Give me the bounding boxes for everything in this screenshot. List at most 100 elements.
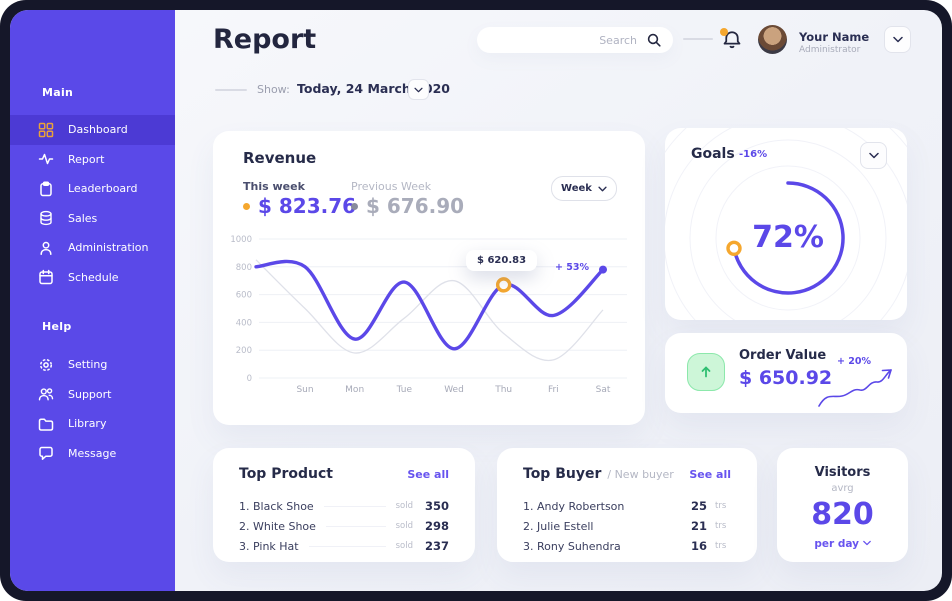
- revenue-line-chart: 10008006004002000SunMonTueWedThuFriSat: [225, 229, 635, 401]
- svg-text:400: 400: [236, 318, 252, 328]
- unit-label: sold: [396, 521, 413, 531]
- unit-label: sold: [396, 541, 413, 551]
- date-filter-button[interactable]: [408, 79, 429, 100]
- sidebar-item-label: Schedule: [68, 271, 119, 284]
- sidebar-item-label: Dashboard: [68, 123, 128, 136]
- page-title: Report: [213, 24, 316, 55]
- orange-dot: [243, 203, 250, 210]
- visitors-per-day[interactable]: per day: [777, 538, 908, 550]
- svg-text:800: 800: [236, 263, 252, 273]
- sidebar-item-label: Setting: [68, 358, 107, 371]
- unit-label: trs: [715, 521, 731, 531]
- order-value-title: Order Value: [739, 348, 826, 363]
- list-item[interactable]: 3. Rony Suhendra 16 trs: [523, 536, 731, 556]
- sidebar-main-list: Dashboard Report Leaderboard Sales: [10, 115, 175, 292]
- list-item[interactable]: 1. Black Shoe sold 350: [239, 496, 449, 516]
- sidebar-item-dashboard[interactable]: Dashboard: [10, 115, 175, 145]
- range-select-button[interactable]: Week: [551, 176, 617, 201]
- top-product-see-all[interactable]: See all: [407, 468, 449, 481]
- unit-label: trs: [715, 501, 731, 511]
- chart-delta-label: + 53%: [533, 262, 589, 273]
- sidebar-item-schedule[interactable]: Schedule: [10, 263, 175, 293]
- visitors-subtitle: avrg: [777, 483, 908, 494]
- chevron-down-icon: [863, 540, 871, 546]
- chevron-down-icon: [893, 36, 903, 43]
- sidebar-section-main: Main: [42, 86, 73, 99]
- row-divider: [324, 506, 386, 507]
- unit-label: sold: [396, 501, 413, 511]
- app-window: Main Dashboard Report Leaderboard: [10, 10, 942, 591]
- database-icon: [38, 210, 54, 226]
- sidebar-item-label: Sales: [68, 212, 97, 225]
- top-buyer-header: Top Buyer / New buyer See all: [523, 466, 731, 482]
- visitors-value: 820: [777, 497, 908, 532]
- sidebar-item-administration[interactable]: Administration: [10, 233, 175, 263]
- svg-text:Wed: Wed: [444, 385, 464, 395]
- top-buyer-see-all[interactable]: See all: [689, 468, 731, 481]
- sidebar-item-label: Library: [68, 417, 106, 430]
- svg-text:1000: 1000: [230, 235, 252, 245]
- list-item[interactable]: 1. Andy Robertson 25 trs: [523, 496, 731, 516]
- top-product-title: Top Product: [239, 466, 333, 482]
- goals-percent: 72%: [728, 220, 848, 255]
- svg-text:600: 600: [236, 291, 252, 301]
- buyer-name: 3. Rony Suhendra: [523, 540, 681, 553]
- svg-text:Mon: Mon: [345, 385, 364, 395]
- list-item[interactable]: 3. Pink Hat sold 237: [239, 536, 449, 556]
- search-icon[interactable]: [646, 32, 662, 48]
- search-input[interactable]: [477, 27, 673, 53]
- sidebar-item-library[interactable]: Library: [10, 409, 175, 439]
- top-product-header: Top Product See all: [239, 466, 449, 482]
- sidebar-help-list: Setting Support Library Message: [10, 350, 175, 468]
- row-divider: [326, 526, 386, 527]
- top-product-card: Top Product See all 1. Black Shoe sold 3…: [213, 448, 475, 562]
- sidebar-item-leaderboard[interactable]: Leaderboard: [10, 174, 175, 204]
- user-name: Your Name: [799, 30, 869, 44]
- arrow-up-icon: [687, 353, 725, 391]
- sidebar-item-sales[interactable]: Sales: [10, 204, 175, 234]
- product-value: 237: [423, 539, 449, 553]
- svg-text:Tue: Tue: [396, 385, 413, 395]
- avatar[interactable]: [758, 25, 787, 54]
- svg-text:Sat: Sat: [596, 385, 611, 395]
- top-buyer-card: Top Buyer / New buyer See all 1. Andy Ro…: [497, 448, 757, 562]
- sidebar-item-setting[interactable]: Setting: [10, 350, 175, 380]
- sidebar-item-label: Report: [68, 153, 104, 166]
- chart-tooltip: $ 620.83: [466, 250, 537, 271]
- list-item[interactable]: 2. Julie Estell 21 trs: [523, 516, 731, 536]
- chat-icon: [38, 445, 54, 461]
- gear-icon: [38, 357, 54, 373]
- header-divider: [683, 38, 713, 40]
- svg-text:0: 0: [247, 374, 252, 384]
- app-frame: Main Dashboard Report Leaderboard: [0, 0, 952, 601]
- search-bar: [477, 27, 673, 53]
- activity-icon: [38, 151, 54, 167]
- sidebar-item-message[interactable]: Message: [10, 439, 175, 469]
- svg-text:Thu: Thu: [494, 385, 512, 395]
- product-name: 2. White Shoe: [239, 520, 316, 533]
- top-product-list: 1. Black Shoe sold 350 2. White Shoe sol…: [239, 496, 449, 556]
- notification-bell-icon[interactable]: [722, 29, 742, 50]
- main-content: Report Your Name Administrator Show: Tod…: [175, 10, 942, 591]
- buyer-value: 21: [681, 519, 707, 533]
- chevron-down-icon: [414, 87, 423, 93]
- sidebar-item-support[interactable]: Support: [10, 380, 175, 410]
- list-item[interactable]: 2. White Shoe sold 298: [239, 516, 449, 536]
- order-value-card: Order Value $ 650.92 + 20%: [665, 333, 907, 413]
- notification-dot: [720, 28, 728, 36]
- chevron-down-icon: [869, 152, 879, 159]
- clipboard-icon: [38, 181, 54, 197]
- user-icon: [38, 240, 54, 256]
- goals-menu-button[interactable]: [860, 142, 887, 169]
- prev-week-label: Previous Week: [351, 180, 431, 193]
- unit-label: trs: [715, 541, 731, 551]
- top-buyer-title: Top Buyer: [523, 466, 601, 482]
- user-menu-button[interactable]: [884, 26, 911, 53]
- svg-text:Sun: Sun: [296, 385, 313, 395]
- top-buyer-list: 1. Andy Robertson 25 trs 2. Julie Estell…: [523, 496, 731, 556]
- gray-dot: [351, 203, 358, 210]
- revenue-card: Revenue This week $ 823.76 Previous Week…: [213, 131, 645, 425]
- svg-text:200: 200: [236, 346, 252, 356]
- sidebar: Main Dashboard Report Leaderboard: [10, 10, 175, 591]
- sidebar-item-report[interactable]: Report: [10, 145, 175, 175]
